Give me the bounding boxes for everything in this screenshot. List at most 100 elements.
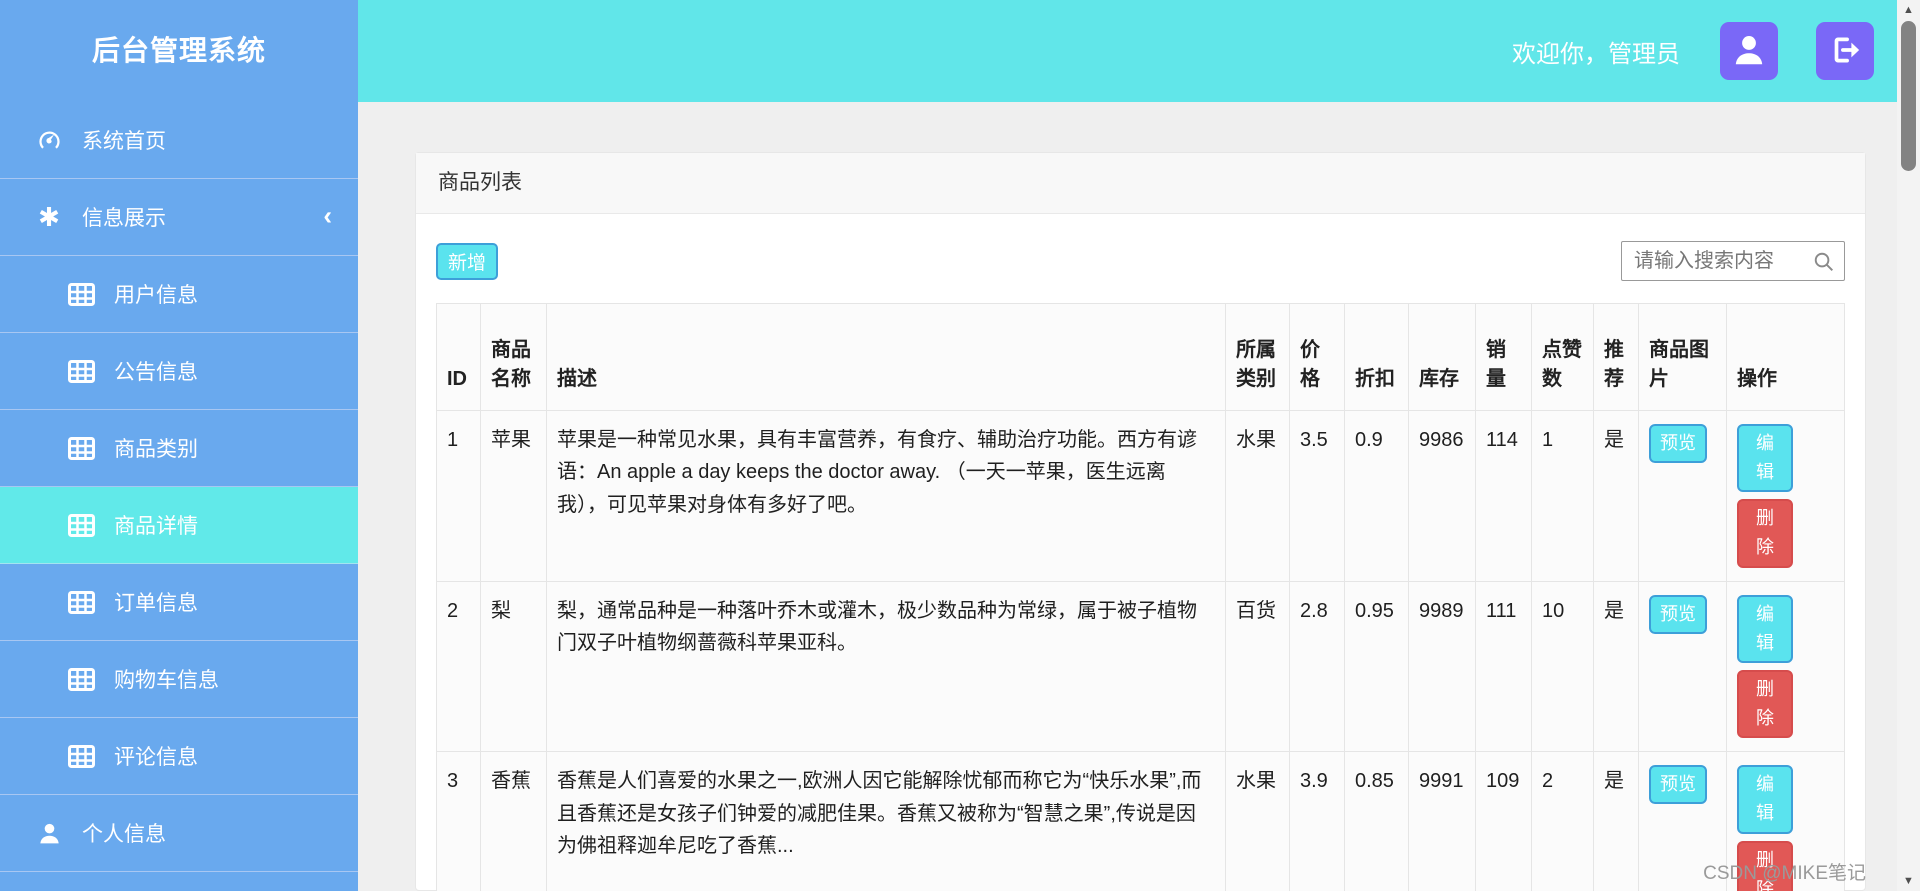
user-icon	[1731, 32, 1767, 71]
table-head: ID 商品名称 描述 所属类别 价格 折扣 库存 销量 点赞数 推荐 商品图片 操作	[436, 303, 1845, 411]
cell-stock: 9986	[1408, 410, 1476, 582]
cell-actions: 编辑 删除	[1726, 580, 1845, 753]
sidebar-item-9[interactable]: 个人信息	[0, 795, 358, 872]
edit-button[interactable]: 编辑	[1737, 594, 1793, 663]
sidebar-item-6[interactable]: 订单信息	[0, 564, 358, 641]
sidebar-item-label: 商品详情	[114, 515, 198, 538]
cell-id: 2	[436, 580, 481, 753]
cell-name: 香蕉	[480, 751, 547, 891]
sidebar-item-label: 用户信息	[114, 284, 198, 307]
admin-page: 后台管理系统 系统首页 ✱ 信息展示 ‹ 用户信息 公告信息 商品类别 商品详情 订单信息 购物车…	[0, 0, 1920, 891]
content-area: 商品列表 新增 ID商品名称描述所属类别价格折扣库存销量点赞数推荐商品图片操作 …	[358, 102, 1920, 891]
edit-button[interactable]: 编辑	[1737, 765, 1793, 834]
table-icon	[64, 667, 98, 691]
table-row: 2 梨梨，通常品种是一种落叶乔木或灌木，极少数品种为常绿，属于被子植物门双子叶植物…	[436, 580, 1845, 753]
column-header: 所属类别	[1225, 303, 1290, 411]
topbar: 欢迎你，管理员	[358, 0, 1920, 102]
column-header: 商品名称	[480, 303, 547, 411]
column-header: 折扣	[1344, 303, 1409, 411]
cell-discount: 0.95	[1344, 580, 1409, 753]
delete-button[interactable]: 删除	[1737, 499, 1793, 568]
cell-price: 3.5	[1289, 410, 1345, 582]
table-row: 1 苹果 苹果是一种常见水果，具有丰富营养，有食疗、辅助治疗功能。西方有谚语：An …	[436, 410, 1845, 582]
sidebar-item-1[interactable]: ✱ 信息展示 ‹	[0, 179, 358, 256]
collapse-chevron-icon[interactable]: ‹	[323, 200, 332, 231]
sidebar-item-0[interactable]: 系统首页	[0, 102, 358, 179]
column-header: 商品图片	[1638, 303, 1727, 411]
table-row: 3 香蕉 香蕉是人们喜爱的水果之一,欧洲人因它能解除忧郁而称它为“快乐水果”,而且香…	[436, 751, 1845, 891]
column-header: 推荐	[1593, 303, 1639, 411]
main-column: 欢迎你，管理员 商品列表 新增 ID商品名称描述所属类别价格折扣库存销量点	[358, 0, 1920, 891]
table-icon	[64, 513, 98, 537]
logout-icon	[1828, 33, 1862, 70]
dashboard-icon	[32, 127, 66, 154]
sidebar-item-5[interactable]: 商品详情	[0, 487, 358, 564]
sidebar-item-7[interactable]: 购物车信息	[0, 641, 358, 718]
column-header: 描述	[546, 303, 1226, 411]
profile-button[interactable]	[1720, 22, 1778, 80]
cell-recommend: 是	[1593, 410, 1639, 582]
cell-stock: 9991	[1408, 751, 1476, 891]
table-icon	[64, 359, 98, 383]
vertical-scrollbar: ▲ ▼	[1897, 0, 1920, 891]
sidebar-item-label: 个人信息	[82, 823, 166, 846]
cell-likes: 2	[1531, 751, 1594, 891]
preview-button[interactable]: 预览	[1649, 424, 1707, 464]
column-header: ID	[436, 303, 481, 411]
sidebar: 后台管理系统 系统首页 ✱ 信息展示 ‹ 用户信息 公告信息 商品类别 商品详情 订单信息 购物车…	[0, 0, 358, 891]
logout-button[interactable]	[1816, 22, 1874, 80]
cell-name: 梨	[480, 580, 547, 753]
sidebar-item-2[interactable]: 用户信息	[0, 256, 358, 333]
cell-actions: 编辑 删除	[1726, 410, 1845, 582]
scrollbar-thumb[interactable]	[1901, 21, 1916, 171]
cell-picture: 预览	[1638, 580, 1727, 753]
sidebar-menu: 系统首页 ✱ 信息展示 ‹ 用户信息 公告信息 商品类别 商品详情 订单信息 购物车信息 评论信息个…	[0, 102, 358, 872]
table-icon	[64, 282, 98, 306]
search-box	[1621, 241, 1845, 281]
column-header: 库存	[1408, 303, 1476, 411]
preview-button[interactable]: 预览	[1649, 594, 1707, 634]
csdn-watermark: CSDN @MIKE笔记	[1703, 863, 1866, 884]
cell-id: 3	[436, 751, 481, 891]
sidebar-item-label: 公告信息	[114, 361, 198, 384]
sidebar-item-label: 信息展示	[82, 207, 166, 230]
sidebar-item-label: 商品类别	[114, 438, 198, 461]
sidebar-item-label: 系统首页	[82, 130, 166, 153]
cell-discount: 0.85	[1344, 751, 1409, 891]
column-header: 点赞数	[1531, 303, 1594, 411]
cell-price: 2.8	[1289, 580, 1345, 753]
column-header: 操作	[1726, 303, 1845, 411]
add-button[interactable]: 新增	[436, 242, 499, 280]
cell-recommend: 是	[1593, 580, 1639, 753]
cell-desc: 香蕉是人们喜爱的水果之一,欧洲人因它能解除忧郁而称它为“快乐水果”,而且香蕉还是…	[546, 751, 1226, 891]
preview-button[interactable]: 预览	[1649, 765, 1707, 805]
sidebar-item-8[interactable]: 评论信息	[0, 718, 358, 795]
cell-desc: 梨，通常品种是一种落叶乔木或灌木，极少数品种为常绿，属于被子植物门双子叶植物纲蔷…	[546, 580, 1226, 753]
search-icon[interactable]	[1812, 250, 1835, 278]
sidebar-item-label: 评论信息	[114, 746, 198, 769]
edit-button[interactable]: 编辑	[1737, 424, 1793, 493]
cell-likes: 1	[1531, 410, 1594, 582]
sidebar-item-3[interactable]: 公告信息	[0, 333, 358, 410]
cell-category: 水果	[1225, 410, 1290, 582]
cell-name: 苹果	[480, 410, 547, 582]
product-table: ID 商品名称 描述 所属类别 价格 折扣 库存 销量 点赞数 推荐 商品图片 操作 1 苹果 苹果是一种…	[436, 303, 1845, 891]
card-body: 新增 ID商品名称描述所属类别价格折扣库存销量点赞数推荐商品图片操作 1 苹果苹果…	[416, 214, 1865, 891]
cell-sales: 114	[1475, 410, 1532, 582]
scroll-down-icon[interactable]: ▼	[1897, 875, 1920, 887]
cell-desc: 苹果是一种常见水果，具有丰富营养，有食疗、辅助治疗功能。西方有谚语：An app…	[546, 410, 1226, 582]
delete-button[interactable]: 删除	[1737, 669, 1793, 739]
cell-recommend: 是	[1593, 751, 1639, 891]
column-header: 销量	[1475, 303, 1532, 411]
cell-stock: 9989	[1408, 580, 1476, 753]
welcome-text: 欢迎你，管理员	[1512, 40, 1680, 68]
column-header: 价格	[1289, 303, 1345, 411]
cell-picture: 预览	[1638, 410, 1727, 582]
cell-likes: 10	[1531, 580, 1594, 753]
toolbar: 新增	[436, 241, 1845, 281]
sidebar-item-4[interactable]: 商品类别	[0, 410, 358, 487]
cell-category: 水果	[1225, 751, 1290, 891]
scroll-up-icon[interactable]: ▲	[1897, 4, 1920, 16]
cell-sales: 109	[1475, 751, 1532, 891]
table-icon	[64, 744, 98, 768]
